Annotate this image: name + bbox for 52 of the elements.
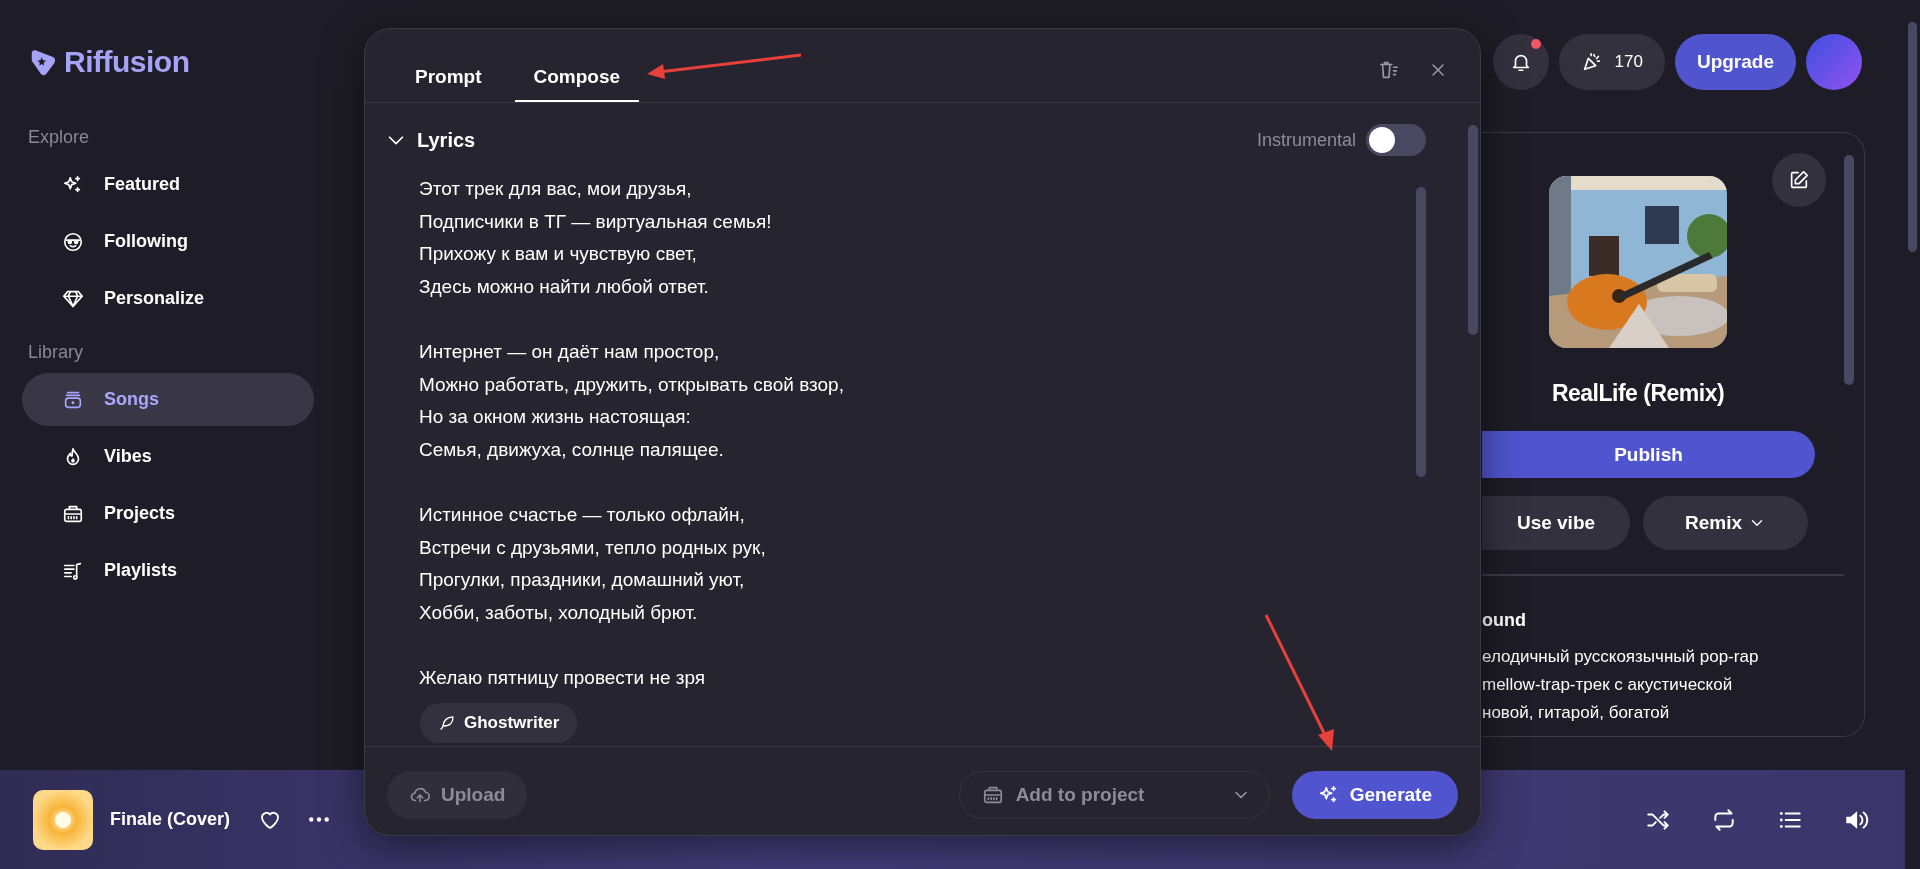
remix-button[interactable]: Remix [1643, 496, 1808, 550]
project-dropdown[interactable]: Add to project [958, 771, 1270, 819]
description-text: mellow-trap-трек с акустической [1482, 674, 1734, 696]
lyrics-line[interactable]: Этот трек для вас, мои друзья, [419, 173, 1480, 206]
sidebar-item[interactable]: Vibes [22, 430, 314, 483]
sidebar-item[interactable]: Personalize [22, 272, 314, 325]
publish-button[interactable]: Publish [1482, 431, 1815, 478]
upgrade-button[interactable]: Upgrade [1674, 34, 1796, 90]
lyrics-section-toggle[interactable]: Lyrics [385, 128, 476, 152]
avatar[interactable] [1806, 34, 1862, 90]
use-vibe-button[interactable]: Use vibe [1482, 496, 1630, 550]
sidebar-item[interactable]: Featured [22, 158, 314, 211]
lyrics-line[interactable]: Истинное счастье — только офлайн, [419, 498, 1480, 532]
lyrics-line[interactable]: Здесь можно найти любой ответ. [419, 270, 1480, 304]
sidebar-item[interactable]: Songs [22, 373, 314, 426]
track-title[interactable]: Finale (Cover) [110, 809, 231, 830]
lyrics-line[interactable]: Можно работать, дружить, открывать свой взор, [419, 368, 1480, 402]
lyrics-line[interactable]: Семья, движуха, солнце палящее. [419, 433, 1480, 467]
lyrics-line[interactable]: Прихожу к вам и чувствую свет, [419, 238, 1480, 271]
lyrics-line[interactable]: Прогулки, праздники, домашний уют, [419, 564, 1480, 597]
lyrics-line[interactable]: Но за окном жизнь настоящая: [419, 401, 1480, 434]
tab[interactable]: Compose [514, 54, 640, 102]
sidebar-item[interactable]: Following [22, 215, 314, 268]
tab[interactable]: Prompt [396, 54, 501, 102]
edit-button[interactable] [1772, 153, 1826, 207]
sidebar-item[interactable]: Projects [22, 487, 314, 540]
toggle-label: Instrumental [1256, 129, 1356, 151]
section-title: Library [27, 341, 85, 363]
section-heading: ound [1482, 610, 1526, 631]
description-text: новой, гитарой, богатой [1482, 702, 1671, 724]
lyrics-line[interactable]: Хобби, заботы, холодный брют. [419, 596, 1480, 630]
repeat-icon [1711, 806, 1737, 833]
sidebar-item[interactable]: Playlists [22, 544, 314, 597]
sunglasses-face-icon [62, 230, 84, 253]
song-title: RealLife (Remix) [1550, 380, 1726, 407]
instrumental-switch[interactable] [1366, 124, 1426, 156]
lyrics-line[interactable]: Подписчики в ТГ — виртуальная семья! [419, 205, 1480, 239]
credits-count: 170 [1614, 52, 1643, 72]
more-icon [308, 816, 331, 823]
lyrics-line[interactable]: Интернет — он даёт нам простор, [419, 335, 1480, 369]
lyrics-line[interactable]: Желаю пятницу провести не зря [419, 661, 1480, 695]
ghostwriter-button[interactable]: Ghostwriter [420, 703, 578, 743]
pencil-square-icon [1788, 169, 1810, 191]
feather-icon [438, 714, 456, 732]
generate-button[interactable]: Generate [1291, 771, 1458, 819]
credits-button[interactable]: 170 [1558, 34, 1665, 90]
case-icon [981, 784, 1004, 806]
logo-text[interactable]: Riffusion [64, 45, 190, 79]
lyrics-line[interactable]: Встречи с друзьями, тепло родных рук, [419, 531, 1480, 565]
cover-art [33, 789, 93, 850]
section-title: Explore [27, 126, 91, 148]
description-text: елодичный русскоязычный pop-rap [1482, 646, 1759, 668]
